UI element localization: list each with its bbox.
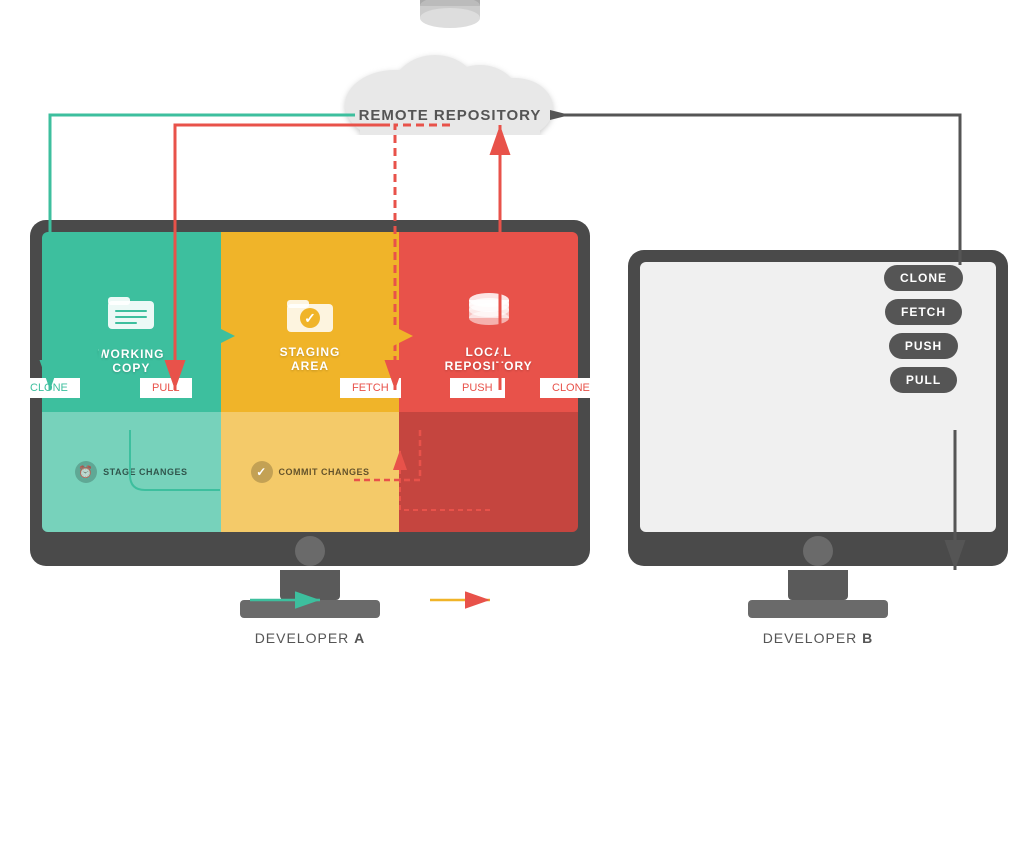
local-db-icon	[465, 292, 513, 339]
pull-pill: PULL	[140, 378, 192, 398]
developer-a-monitor: WORKINGCOPY ⏰ STAGE CHANGES	[30, 220, 590, 646]
fetch-pill: FETCH	[340, 378, 401, 398]
staging-area-label: STAGINGAREA	[280, 345, 341, 373]
monitor-b-stand	[788, 570, 848, 600]
clone-b-button: CLONE	[884, 265, 963, 291]
commit-changes-label: COMMIT CHANGES	[279, 467, 370, 477]
remote-repository-cloud: REMOTE REPOSITORY	[340, 20, 560, 135]
clone-left-pill: CLONE	[18, 378, 80, 398]
monitor-a-button	[295, 536, 325, 566]
monitor-a-stand	[280, 570, 340, 600]
stage-changes-area: ⏰ STAGE CHANGES	[42, 412, 221, 532]
working-copy-label: WORKINGCOPY	[98, 347, 164, 375]
monitor-a-base	[240, 600, 380, 618]
svg-text:✓: ✓	[304, 310, 316, 326]
stage-changes-label: STAGE CHANGES	[103, 467, 187, 477]
developer-a-label: DEVELOPER A	[30, 630, 590, 646]
commit-changes-area: ✓ COMMIT CHANGES	[221, 412, 400, 532]
local-bottom	[399, 412, 578, 532]
pull-b-button: PULL	[890, 367, 957, 393]
clone-mid-pill: CLONE	[540, 378, 602, 398]
git-workflow-diagram: REMOTE REPOSITORY	[0, 0, 1018, 858]
fetch-b-button: FETCH	[885, 299, 962, 325]
push-b-button: PUSH	[889, 333, 958, 359]
folder-icon	[106, 289, 156, 341]
developer-b-sidebar: CLONE FETCH PUSH PULL	[884, 265, 963, 393]
local-repository-label: LOCALREPOSITORY	[445, 345, 533, 373]
push-pill: PUSH	[450, 378, 505, 398]
monitor-b-base	[748, 600, 888, 618]
staging-folder-icon: ✓	[285, 292, 335, 339]
stage-icon: ⏰	[75, 461, 97, 483]
database-icon	[414, 0, 486, 43]
commit-icon: ✓	[251, 461, 273, 483]
remote-repository-label: REMOTE REPOSITORY	[359, 107, 542, 124]
developer-b-label: DEVELOPER B	[628, 630, 1008, 646]
monitor-b-button	[803, 536, 833, 566]
